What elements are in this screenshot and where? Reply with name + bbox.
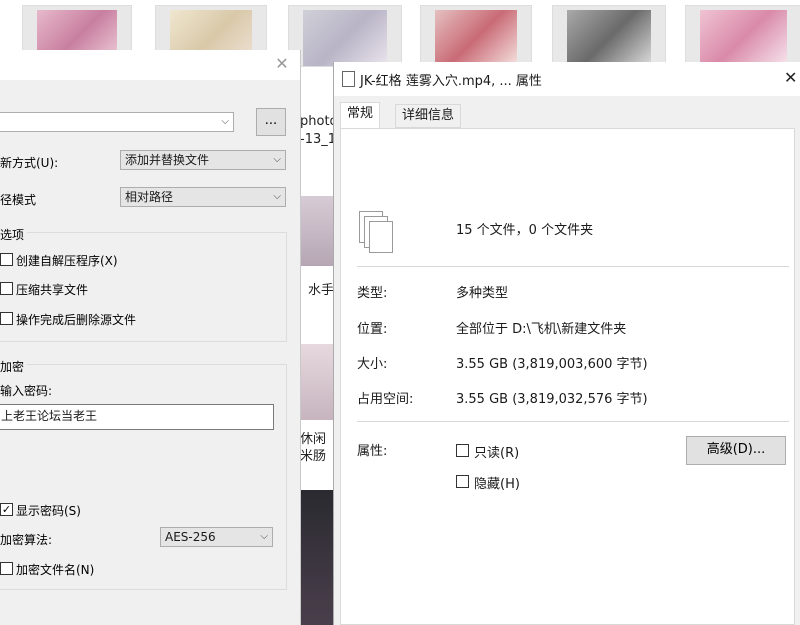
tab-general[interactable]: 常规 (340, 102, 381, 128)
general-panel: 15 个文件，0 个文件夹 类型: 多种类型 位置: 全部位于 D:\飞机\新建… (340, 128, 795, 625)
readonly-label: 只读(R) (474, 446, 520, 461)
update-mode-select[interactable]: 添加并替换文件 ⌵ (120, 150, 286, 170)
document-icon (342, 71, 355, 87)
close-icon[interactable]: ✕ (272, 54, 292, 74)
size-value: 3.55 GB (3,819,003,600 字节) (456, 357, 648, 372)
archive-settings-dialog: ✕ ⌵ ... 新方式(U): 添加并替换文件 ⌵ 径模式 相对路径 ⌵ 选项 … (0, 50, 301, 625)
encrypt-names-label: 加密文件名(N) (16, 563, 95, 577)
compress-shared-checkbox[interactable] (0, 282, 13, 295)
algorithm-select[interactable]: AES-256 ⌵ (160, 527, 273, 547)
close-icon[interactable]: ✕ (784, 68, 797, 87)
archive-name-combo[interactable]: ⌵ (0, 112, 234, 132)
chevron-down-icon: ⌵ (260, 531, 268, 542)
chevron-down-icon: ⌵ (273, 154, 281, 165)
tab-details[interactable]: 详细信息 (395, 104, 462, 128)
password-input[interactable]: 上老王论坛当老王 (0, 404, 274, 430)
compress-shared-label: 压缩共享文件 (16, 283, 89, 297)
algorithm-label: 加密算法: (0, 533, 53, 547)
password-label: 输入密码: (0, 384, 53, 398)
dialog-title-bar: JK-红格 莲雾入穴.mp4, ... 属性 ✕ (334, 62, 800, 96)
video-thumbnail[interactable] (300, 196, 334, 266)
browse-button[interactable]: ... (256, 108, 286, 136)
divider (357, 421, 789, 422)
video-thumbnail[interactable] (300, 490, 334, 625)
path-mode-label: 径模式 (0, 193, 37, 207)
path-mode-value: 相对路径 (125, 190, 174, 204)
encryption-group-title: 加密 (0, 358, 28, 375)
chevron-down-icon: ⌵ (221, 116, 229, 127)
file-name-label: 米肠 (300, 449, 327, 464)
video-thumbnail[interactable] (300, 344, 334, 420)
algorithm-value: AES-256 (165, 530, 216, 544)
delete-source-checkbox[interactable] (0, 312, 13, 325)
update-mode-value: 添加并替换文件 (125, 153, 210, 167)
hidden-checkbox[interactable] (456, 475, 469, 488)
sfx-label: 创建自解压程序(X) (16, 254, 118, 268)
readonly-checkbox[interactable] (456, 444, 469, 457)
video-thumbnail[interactable] (288, 5, 402, 67)
type-value: 多种类型 (456, 286, 509, 301)
size-label: 大小: (357, 357, 388, 372)
disk-usage-label: 占用空间: (357, 392, 414, 407)
multiple-files-icon (359, 211, 399, 259)
update-mode-label: 新方式(U): (0, 156, 59, 170)
properties-dialog: JK-红格 莲雾入穴.mp4, ... 属性 ✕ 常规 详细信息 15 个文件，… (333, 62, 800, 625)
location-label: 位置: (357, 322, 388, 337)
show-password-label: 显示密码(S) (16, 504, 81, 518)
selection-summary: 15 个文件，0 个文件夹 (456, 223, 594, 238)
file-name-label: -13_1 (300, 132, 337, 147)
divider (357, 266, 789, 267)
attributes-label: 属性: (357, 444, 388, 459)
dialog-title: JK-红格 莲雾入穴.mp4, ... 属性 (360, 74, 542, 89)
location-value: 全部位于 D:\飞机\新建文件夹 (456, 322, 627, 337)
chevron-down-icon: ⌵ (273, 191, 281, 202)
disk-usage-value: 3.55 GB (3,819,032,576 字节) (456, 392, 648, 407)
video-thumbnail[interactable] (685, 5, 800, 67)
sfx-checkbox[interactable] (0, 253, 13, 266)
delete-source-label: 操作完成后删除源文件 (16, 313, 137, 327)
encrypt-names-checkbox[interactable] (0, 562, 13, 575)
file-name-label: photo (300, 114, 338, 129)
file-name-label: 水手 (308, 283, 335, 298)
advanced-button[interactable]: 高级(D)... (686, 436, 786, 465)
show-password-checkbox[interactable]: ✓ (0, 503, 13, 516)
dialog-title-bar: ✕ (0, 50, 300, 80)
type-label: 类型: (357, 286, 388, 301)
hidden-label: 隐藏(H) (474, 477, 520, 492)
options-group-title: 选项 (0, 226, 28, 243)
video-thumbnail[interactable] (552, 5, 666, 67)
video-thumbnail[interactable] (420, 5, 532, 67)
path-mode-select[interactable]: 相对路径 ⌵ (120, 187, 286, 207)
